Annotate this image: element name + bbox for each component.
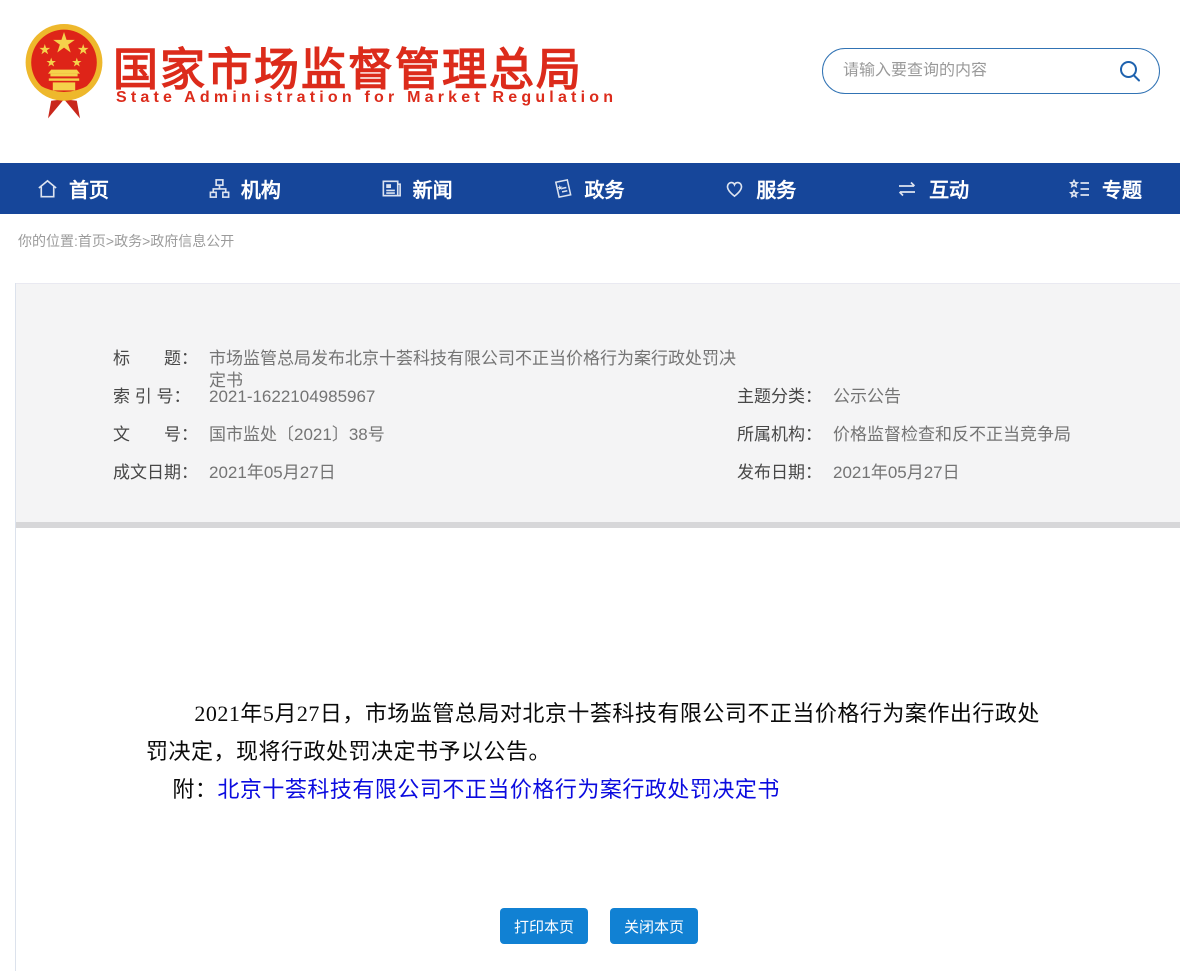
meta-right-column: 主题分类： 公示公告 所属机构： 价格监督检查和反不正当竞争局 发布日期： 20… xyxy=(737,348,1180,522)
main-nav: 首页 机构 新闻 政务 服务 互动 xyxy=(0,163,1180,214)
meta-pubdate-value: 2021年05月27日 xyxy=(833,462,960,484)
print-page-button[interactable]: 打印本页 xyxy=(500,908,588,944)
nav-label: 服务 xyxy=(756,174,796,203)
org-chart-icon xyxy=(208,177,231,200)
breadcrumb[interactable]: 你的位置:首页>政务>政府信息公开 xyxy=(18,233,234,249)
nav-label: 首页 xyxy=(69,174,109,203)
interact-arrows-icon xyxy=(895,177,919,201)
breadcrumb-bar: 你的位置:首页>政务>政府信息公开 xyxy=(0,214,1180,283)
search-input[interactable] xyxy=(843,62,1115,80)
nav-label: 新闻 xyxy=(413,174,453,203)
search-icon xyxy=(1117,58,1143,84)
document-meta-panel: 标 题： 市场监管总局发布北京十荟科技有限公司不正当价格行为案行政处罚决定书 索… xyxy=(16,283,1180,522)
meta-row-category: 主题分类： 公示公告 xyxy=(737,386,1180,424)
meta-agency-label: 所属机构： xyxy=(737,424,833,446)
starred-list-icon xyxy=(1068,177,1092,201)
search-button[interactable] xyxy=(1115,56,1145,86)
attachment-line: 附：北京十荟科技有限公司不正当价格行为案行政处罚决定书 xyxy=(146,771,1052,809)
nav-label: 政务 xyxy=(584,174,624,203)
meta-row-docnumber: 文 号： 国市监处〔2021〕38号 xyxy=(113,424,737,462)
newspaper-icon xyxy=(380,177,403,200)
meta-title-label: 标 题： xyxy=(113,348,209,370)
close-page-button[interactable]: 关闭本页 xyxy=(610,908,698,944)
content-container: 标 题： 市场监管总局发布北京十荟科技有限公司不正当价格行为案行政处罚决定书 索… xyxy=(15,283,1180,971)
meta-row-pubdate: 发布日期： 2021年05月27日 xyxy=(737,462,1180,500)
meta-pubdate-label: 发布日期： xyxy=(737,462,833,484)
search-box xyxy=(822,48,1160,94)
site-header: 国家市场监督管理总局 State Administration for Mark… xyxy=(0,0,1180,163)
meta-writtendate-value: 2021年05月27日 xyxy=(209,462,336,484)
national-emblem-logo xyxy=(24,22,104,122)
meta-index-value: 2021-1622104985967 xyxy=(209,386,375,408)
page-actions: 打印本页 关闭本页 xyxy=(146,908,1052,944)
article-paragraph: 2021年5月27日，市场监管总局对北京十荟科技有限公司不正当价格行为案作出行政… xyxy=(146,695,1052,771)
nav-item-topics[interactable]: 专题 xyxy=(1068,174,1142,203)
article-body: 2021年5月27日，市场监管总局对北京十荟科技有限公司不正当价格行为案作出行政… xyxy=(16,528,1180,944)
attachment-prefix: 附： xyxy=(172,777,217,802)
meta-row-title: 标 题： 市场监管总局发布北京十荟科技有限公司不正当价格行为案行政处罚决定书 xyxy=(113,348,737,386)
nav-item-org[interactable]: 机构 xyxy=(208,174,281,203)
meta-row-agency: 所属机构： 价格监督检查和反不正当竞争局 xyxy=(737,424,1180,462)
meta-docnumber-value: 国市监处〔2021〕38号 xyxy=(209,424,385,446)
heart-icon xyxy=(723,177,746,200)
meta-category-value: 公示公告 xyxy=(833,386,901,408)
meta-index-label: 索 引 号： xyxy=(113,386,209,408)
nav-item-gov[interactable]: 政务 xyxy=(551,174,624,203)
nav-item-interact[interactable]: 互动 xyxy=(895,174,969,203)
meta-writtendate-label: 成文日期： xyxy=(113,462,209,484)
nav-label: 机构 xyxy=(241,174,281,203)
nav-item-home[interactable]: 首页 xyxy=(36,174,109,203)
meta-agency-value: 价格监督检查和反不正当竞争局 xyxy=(833,424,1071,446)
nav-item-service[interactable]: 服务 xyxy=(723,174,796,203)
site-subtitle: State Administration for Market Regulati… xyxy=(116,89,617,107)
home-icon xyxy=(36,177,59,200)
meta-docnumber-label: 文 号： xyxy=(113,424,209,446)
meta-category-label: 主题分类： xyxy=(737,386,833,408)
meta-row-writtendate: 成文日期： 2021年05月27日 xyxy=(113,462,737,500)
attachment-link[interactable]: 北京十荟科技有限公司不正当价格行为案行政处罚决定书 xyxy=(217,777,780,802)
nav-item-news[interactable]: 新闻 xyxy=(380,174,453,203)
gov-affairs-icon xyxy=(551,177,574,200)
meta-left-column: 标 题： 市场监管总局发布北京十荟科技有限公司不正当价格行为案行政处罚决定书 索… xyxy=(16,348,737,522)
nav-label: 互动 xyxy=(929,174,969,203)
nav-label: 专题 xyxy=(1102,174,1142,203)
